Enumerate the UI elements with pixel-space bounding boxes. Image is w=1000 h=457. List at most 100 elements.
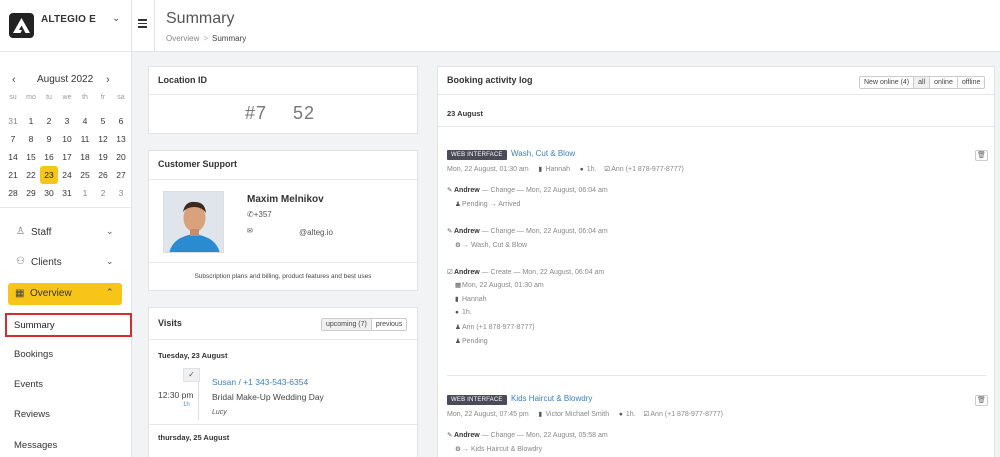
calendar-day[interactable]: 18 [76, 148, 94, 166]
calendar-day[interactable]: 16 [40, 148, 58, 166]
breadcrumb-separator: > [203, 34, 209, 43]
sidebar-item-clients[interactable]: ⚇ Clients ⌄ [14, 252, 124, 274]
gear-icon: ⚙ [455, 242, 461, 249]
support-email[interactable]: @alteg.io [299, 228, 333, 237]
pencil-icon: ✎ [447, 432, 453, 439]
log-date: 23 August [447, 109, 483, 118]
visit-client-link[interactable]: Susan / +1 343-543-6354 [212, 377, 308, 387]
sidebar-item-staff[interactable]: ♙ Staff ⌄ [14, 222, 124, 244]
weekday-label: th [82, 94, 88, 101]
calendar-day[interactable]: 17 [58, 148, 76, 166]
menu-icon[interactable] [138, 19, 147, 28]
chevron-down-icon[interactable]: ⌄ [112, 13, 120, 24]
sidebar-item-overview[interactable]: ▦ Overview ⌃ [8, 283, 122, 305]
source-badge: WEB INTERFACE [447, 150, 507, 160]
avatar [163, 191, 224, 253]
calendar-day[interactable]: 8 [22, 130, 40, 148]
calendar-prev-button[interactable]: ‹ [12, 74, 16, 86]
sidebar-item-bookings[interactable]: Bookings [14, 349, 53, 360]
calendar-day[interactable]: 3 [112, 184, 130, 202]
sidebar-item-reviews[interactable]: Reviews [14, 409, 50, 420]
log-change: ✎ Andrew — Change — Mon, 22 August, 05:58… [447, 432, 608, 439]
calendar-day[interactable]: 15 [22, 148, 40, 166]
weekday-label: tu [46, 94, 52, 101]
calendar-day[interactable]: 24 [58, 166, 76, 184]
log-service-link[interactable]: Wash, Cut & Blow [511, 149, 575, 158]
visit-service: Bridal Make-Up Wedding Day [212, 392, 324, 402]
support-phone[interactable]: ✆+357 [247, 210, 272, 219]
breadcrumb-overview[interactable]: Overview [166, 34, 199, 43]
filter-previous[interactable]: previous [372, 319, 406, 330]
calendar-day[interactable]: 6 [112, 112, 130, 130]
calendar-day[interactable]: 23 [40, 166, 58, 184]
phone-icon: ✆ [247, 210, 254, 219]
calendar-day[interactable]: 4 [76, 112, 94, 130]
calendar-day[interactable]: 31 [58, 184, 76, 202]
calendar-day[interactable]: 12 [94, 130, 112, 148]
log-change-detail: ⚙→ Wash, Cut & Blow [455, 242, 528, 249]
filter-upcoming[interactable]: upcoming (7) [322, 319, 372, 330]
support-name: Maxim Melnikov [247, 194, 324, 205]
calendar-day[interactable]: 3 [58, 112, 76, 130]
calendar-day[interactable]: 30 [40, 184, 58, 202]
sidebar-item-summary[interactable]: Summary [5, 313, 132, 337]
sidebar-item-messages[interactable]: Messages [14, 440, 57, 451]
filter-new-online[interactable]: New online (4) [860, 77, 915, 88]
pencil-icon: ✎ [447, 187, 453, 194]
trash-icon[interactable]: 🗑 [975, 395, 988, 406]
clock-icon: ● [455, 309, 459, 316]
booking-log-panel: Booking activity log New online (4) all … [437, 66, 995, 457]
calendar-day[interactable]: 22 [22, 166, 40, 184]
breadcrumb: Overview > Summary [166, 34, 246, 43]
calendar-day[interactable]: 13 [112, 130, 130, 148]
sidebar-item-label: Overview [30, 288, 72, 299]
calendar-day[interactable]: 11 [76, 130, 94, 148]
visits-filter: upcoming (7) previous [321, 318, 408, 331]
calendar-day[interactable]: 14 [4, 148, 22, 166]
calendar-day[interactable]: 20 [112, 148, 130, 166]
calendar-day[interactable]: 26 [94, 166, 112, 184]
divider [0, 207, 132, 208]
pencil-icon: ✎ [447, 228, 453, 235]
calendar-day[interactable]: 2 [94, 184, 112, 202]
log-create-staff: ▮ Hannah [455, 296, 487, 303]
sidebar-item-label: Clients [31, 257, 62, 268]
visit-staff: Lucy [212, 409, 227, 416]
gear-icon: ⚙ [455, 446, 461, 453]
panel-title: Visits [158, 318, 182, 328]
sidebar-item-events[interactable]: Events [14, 379, 43, 390]
filter-all[interactable]: all [914, 77, 931, 88]
calendar-day[interactable]: 9 [40, 130, 58, 148]
calendar-next-button[interactable]: › [106, 74, 110, 86]
calendar-day[interactable]: 2 [40, 112, 58, 130]
filter-online[interactable]: online [930, 77, 958, 88]
brand-switcher[interactable]: ALTEGIO E ⌄ [0, 0, 132, 52]
person-icon: ♟ [455, 324, 461, 331]
log-meta: Mon, 22 August, 07:45 pm ▮ Victor Michael… [447, 411, 723, 418]
calendar-day[interactable]: 19 [94, 148, 112, 166]
check-icon[interactable]: ✓ [183, 368, 200, 382]
log-service-link[interactable]: Kids Haircut & Blowdry [511, 394, 592, 403]
source-badge: WEB INTERFACE [447, 395, 507, 405]
calendar-day[interactable]: 31 [4, 112, 22, 130]
support-footer-link[interactable]: Subscription plans and billing, product … [149, 273, 417, 280]
calendar-day[interactable]: 1 [76, 184, 94, 202]
calendar-day[interactable]: 27 [112, 166, 130, 184]
filter-offline[interactable]: offline [958, 77, 985, 88]
calendar-day[interactable]: 1 [22, 112, 40, 130]
calendar-day[interactable]: 25 [76, 166, 94, 184]
email-icon: ✉ [247, 228, 253, 235]
person-icon: ♟ [455, 338, 461, 345]
customer-support-panel: Customer Support Maxim Melnikov ✆+357 ✉ … [148, 150, 418, 291]
calendar-day[interactable]: 28 [4, 184, 22, 202]
calendar-day[interactable]: 29 [22, 184, 40, 202]
brand-name: ALTEGIO E [41, 14, 96, 25]
calendar-day[interactable]: 5 [94, 112, 112, 130]
calendar-day[interactable]: 21 [4, 166, 22, 184]
calendar-day[interactable]: 10 [58, 130, 76, 148]
calendar-weekdays: su mo tu we th fr sa [4, 94, 130, 106]
top-header: Summary Overview > Summary [132, 0, 1000, 52]
panel-title: Location ID [158, 75, 207, 85]
trash-icon[interactable]: 🗑 [975, 150, 988, 161]
calendar-day[interactable]: 7 [4, 130, 22, 148]
